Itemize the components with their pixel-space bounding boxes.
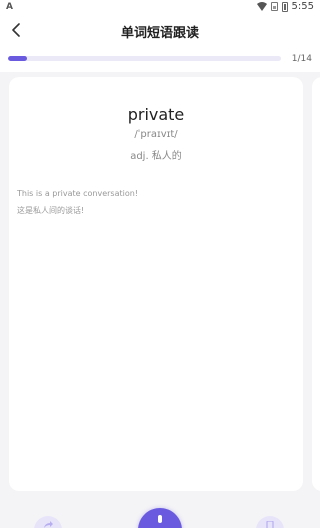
progress-track — [8, 56, 281, 61]
wifi-icon — [256, 2, 267, 11]
phonetic-text: /ˈpraɪvɪt/ — [134, 129, 178, 140]
page-title: 单词短语跟读 — [120, 26, 199, 41]
header: 单词短语跟读 — [0, 14, 320, 46]
bottom-bar — [0, 500, 320, 528]
meaning-text: adj. 私人的 — [130, 151, 182, 162]
example-sentence-zh: 这是私人间的谈话! — [17, 206, 85, 215]
share-button[interactable] — [34, 516, 62, 528]
sim-icon — [270, 2, 278, 11]
status-time: 5:55 — [291, 1, 314, 12]
bookmark-button[interactable] — [256, 516, 284, 528]
example-sentence-en: This is a private conversation! — [17, 189, 139, 198]
status-icons: 5:55 — [256, 1, 314, 12]
record-button[interactable] — [138, 508, 182, 528]
battery-icon — [281, 1, 288, 12]
progress-area: 1/14 — [0, 46, 320, 72]
progress-count: 1/14 — [291, 54, 312, 64]
bookmark-icon — [266, 521, 274, 528]
word-text: private — [127, 105, 185, 124]
share-icon — [44, 521, 53, 528]
status-bar: A 5:55 — [0, 0, 320, 14]
word-card[interactable]: private /ˈpraɪvɪt/ adj. 私人的 This is a pr… — [9, 77, 303, 491]
status-app-icon: A — [6, 2, 13, 12]
progress-fill — [8, 56, 28, 61]
next-card-peek[interactable] — [312, 77, 320, 491]
microphone-icon — [158, 515, 162, 523]
